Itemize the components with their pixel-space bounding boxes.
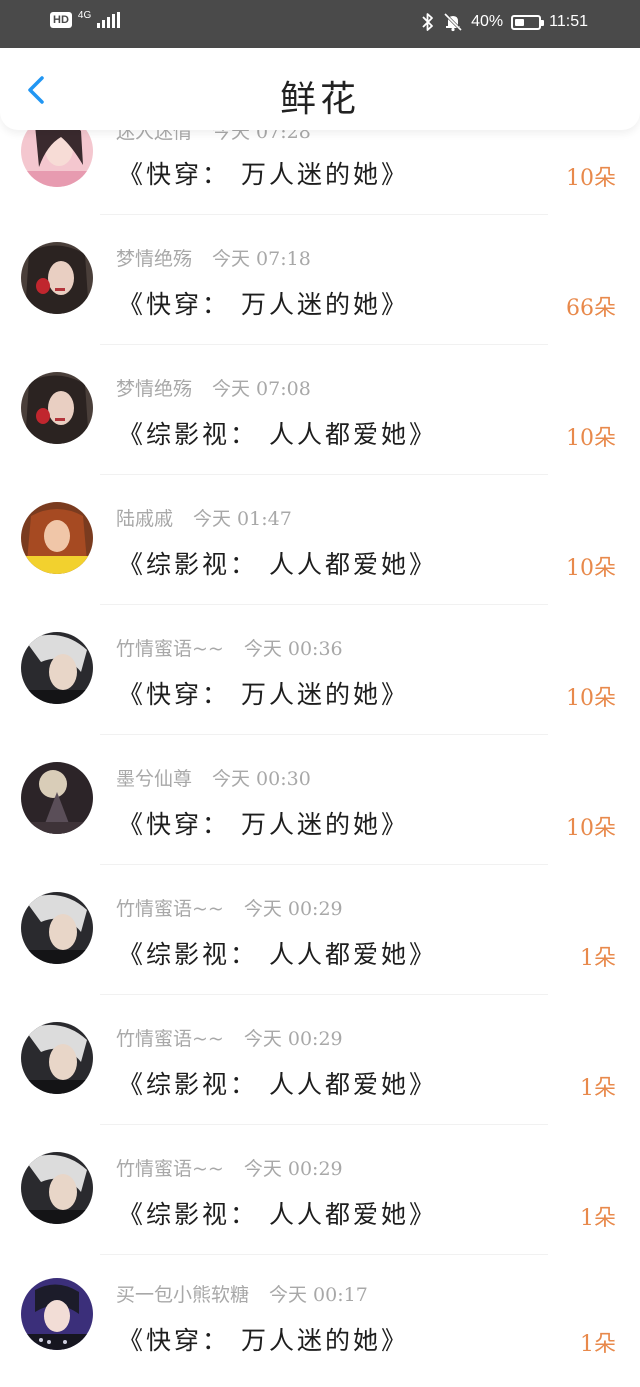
item-meta: 陆戚戚 今天 01:47 [116,504,292,531]
avatar[interactable] [21,892,93,964]
network-type: 4G [77,10,92,21]
user-name[interactable]: 梦情绝殇 [116,378,192,400]
user-name[interactable]: 陆戚戚 [116,508,173,530]
flower-count: 10朵 [566,166,616,191]
flower-count: 10朵 [566,556,616,581]
avatar[interactable] [21,1022,93,1094]
item-meta: 竹情蜜语~~ 今天 00:29 [116,1154,343,1181]
avatar[interactable] [21,762,93,834]
gift-time: 今天 07:18 [212,248,311,270]
gift-list[interactable]: 迷人迷情 今天 07:28 《快穿： 万人迷的她》 10朵 梦情绝殇 今天 07:1… [0,0,640,1387]
flower-count: 10朵 [566,426,616,451]
gift-time: 今天 00:36 [243,638,343,660]
user-name[interactable]: 墨兮仙尊 [116,768,192,790]
flower-count: 1朵 [580,946,616,971]
list-item[interactable]: 竹情蜜语~~ 今天 00:29 《综影视： 人人都爱她》 1朵 [0,1125,640,1255]
gift-time: 今天 01:47 [193,508,292,530]
gift-time: 今天 00:30 [212,768,311,790]
book-title[interactable]: 《快穿： 万人迷的她》 [118,675,409,711]
user-name[interactable]: 买一包小熊软糖 [116,1284,249,1306]
list-item[interactable]: 竹情蜜语~~ 今天 00:29 《综影视： 人人都爱她》 1朵 [0,995,640,1125]
book-title[interactable]: 《综影视： 人人都爱她》 [118,1195,437,1231]
flower-count: 1朵 [580,1076,616,1101]
gift-time: 今天 00:29 [243,1158,343,1180]
user-name[interactable]: 梦情绝殇 [116,248,192,270]
hd-badge: HD [50,12,72,28]
user-name[interactable]: 竹情蜜语~~ [116,898,224,920]
list-item[interactable]: 墨兮仙尊 今天 00:30 《快穿： 万人迷的她》 10朵 [0,735,640,865]
book-title[interactable]: 《综影视： 人人都爱她》 [118,935,437,971]
signal-icon [97,12,121,28]
item-meta: 竹情蜜语~~ 今天 00:29 [116,894,343,921]
gift-time: 今天 00:29 [243,1028,343,1050]
item-meta: 梦情绝殇 今天 07:08 [116,374,311,401]
gift-time: 今天 07:08 [212,378,311,400]
user-name[interactable]: 竹情蜜语~~ [116,1028,224,1050]
flower-count: 66朵 [566,296,616,321]
book-title[interactable]: 《快穿： 万人迷的她》 [118,155,409,191]
list-item[interactable]: 竹情蜜语~~ 今天 00:36 《快穿： 万人迷的她》 10朵 [0,605,640,735]
gift-time: 今天 00:29 [243,898,343,920]
avatar[interactable] [21,1278,93,1350]
item-meta: 梦情绝殇 今天 07:18 [116,244,311,271]
list-item[interactable]: 陆戚戚 今天 01:47 《综影视： 人人都爱她》 10朵 [0,475,640,605]
list-item[interactable]: 梦情绝殇 今天 07:08 《综影视： 人人都爱她》 10朵 [0,345,640,475]
status-bar: HD 4G 40% 11:51 [0,0,640,48]
status-left: HD 4G [50,10,121,28]
list-item[interactable]: 梦情绝殇 今天 07:18 《快穿： 万人迷的她》 66朵 [0,215,640,345]
item-meta: 墨兮仙尊 今天 00:30 [116,764,311,791]
flower-count: 1朵 [580,1206,616,1231]
battery-icon [511,14,545,30]
book-title[interactable]: 《综影视： 人人都爱她》 [118,415,437,451]
list-item[interactable]: 买一包小熊软糖 今天 00:17 《快穿： 万人迷的她》 1朵 [0,1255,640,1385]
list-item[interactable]: 竹情蜜语~~ 今天 00:29 《综影视： 人人都爱她》 1朵 [0,865,640,995]
item-meta: 竹情蜜语~~ 今天 00:29 [116,1024,343,1051]
nav-header: 鲜花 [0,48,640,130]
clock: 11:51 [549,13,588,30]
avatar[interactable] [21,632,93,704]
page-title: 鲜花 [279,79,360,120]
flower-count: 1朵 [580,1332,616,1357]
mute-bell-icon [444,12,463,32]
flower-count: 10朵 [566,816,616,841]
flower-count: 10朵 [566,686,616,711]
bluetooth-icon [422,13,434,31]
gift-time: 今天 00:17 [269,1284,368,1306]
book-title[interactable]: 《综影视： 人人都爱她》 [118,1065,437,1101]
battery-percent: 40% [471,13,504,30]
book-title[interactable]: 《快穿： 万人迷的她》 [118,805,409,841]
item-meta: 竹情蜜语~~ 今天 00:36 [116,634,343,661]
avatar[interactable] [21,502,93,574]
status-right: 40% 11:51 [421,12,588,32]
user-name[interactable]: 竹情蜜语~~ [116,638,224,660]
item-meta: 买一包小熊软糖 今天 00:17 [116,1280,368,1307]
user-name[interactable]: 竹情蜜语~~ [116,1158,224,1180]
book-title[interactable]: 《快穿： 万人迷的她》 [118,285,409,321]
avatar[interactable] [21,372,93,444]
book-title[interactable]: 《快穿： 万人迷的她》 [118,1321,409,1357]
battery-level [515,18,525,26]
book-title[interactable]: 《综影视： 人人都爱她》 [118,545,437,581]
avatar[interactable] [21,1152,93,1224]
avatar[interactable] [21,242,93,314]
